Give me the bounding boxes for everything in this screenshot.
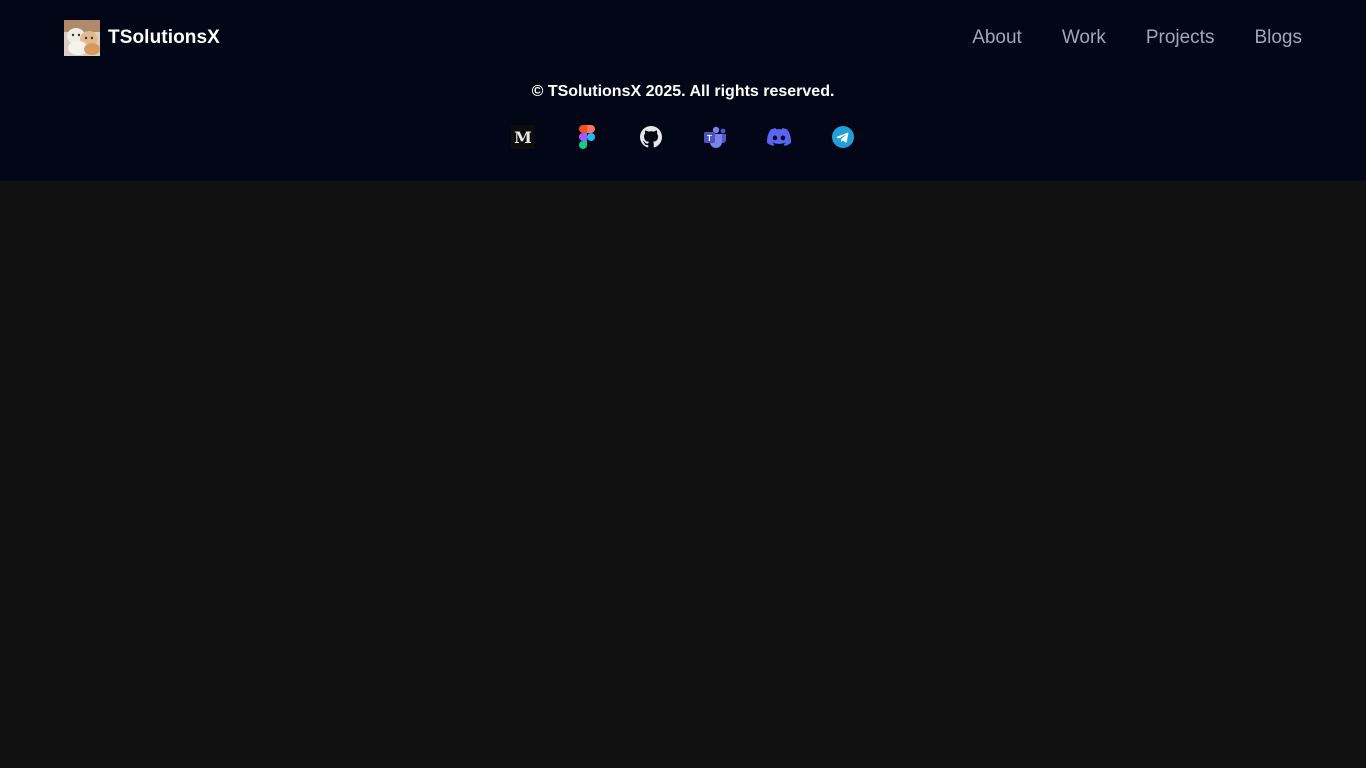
github-icon [640,126,662,148]
brand-name: TSolutionsX [108,27,220,48]
teams-icon: T [704,126,726,148]
nav-about[interactable]: About [972,26,1022,50]
copyright-text: © TSolutionsX 2025. All rights reserved. [531,83,835,100]
page-content-area [0,181,1366,768]
discord-icon [767,128,791,146]
brand-link[interactable]: TSolutionsX [64,20,220,56]
medium-icon: M [511,125,535,149]
teams-link[interactable]: T [703,124,727,150]
cats-avatar-icon [64,20,100,56]
nav-work[interactable]: Work [1062,26,1106,50]
medium-link[interactable]: M [511,124,535,150]
nav-blogs[interactable]: Blogs [1254,26,1302,50]
github-link[interactable] [639,124,663,150]
telegram-icon [832,126,854,148]
medium-letter: M [514,128,532,147]
header-footer-band: TSolutionsX About Work Projects Blogs © … [0,0,1366,181]
nav-projects[interactable]: Projects [1146,26,1215,50]
social-links: M T [0,124,1366,150]
figma-link[interactable] [575,124,599,150]
discord-link[interactable] [767,124,791,150]
telegram-link[interactable] [831,124,855,150]
main-nav: About Work Projects Blogs [972,26,1302,50]
teams-letter: T [707,134,712,143]
figma-icon [579,125,595,149]
